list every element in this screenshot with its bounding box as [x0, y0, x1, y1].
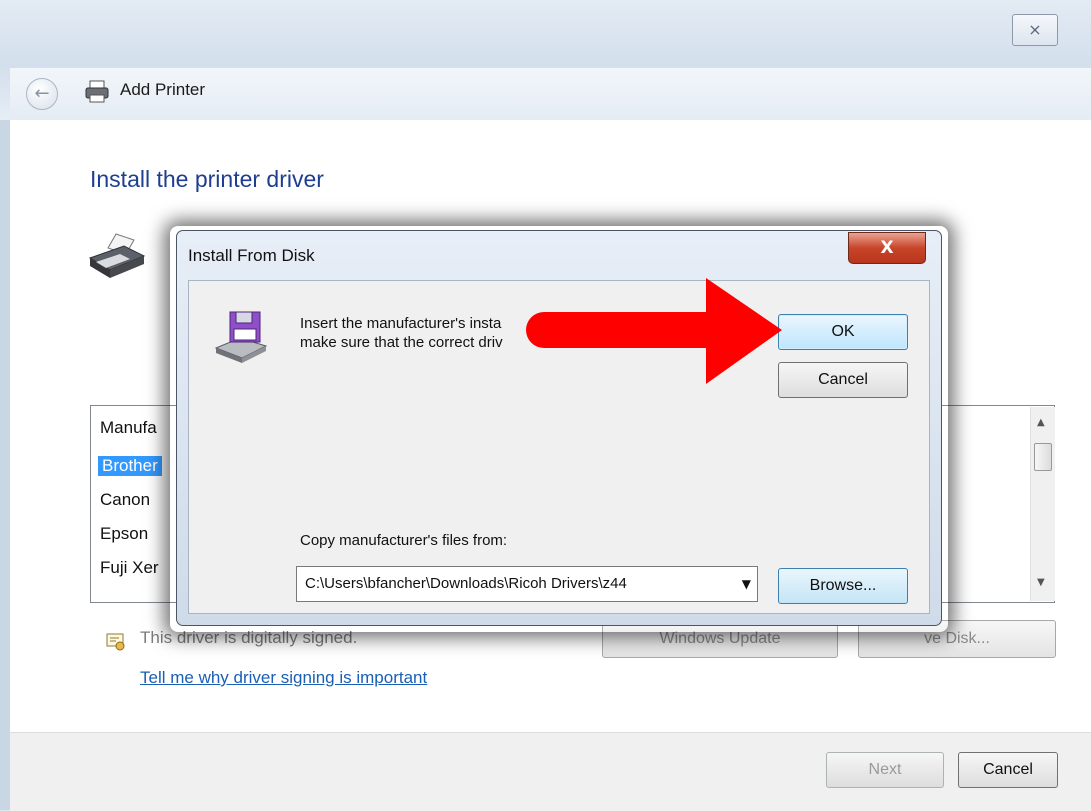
list-item[interactable]: Canon	[100, 490, 150, 510]
source-path-combobox[interactable]: C:\Users\bfancher\Downloads\Ricoh Driver…	[296, 566, 758, 602]
dialog-close-button[interactable]: X	[848, 232, 926, 264]
disk-drive-icon	[214, 311, 268, 363]
list-item[interactable]: Fuji Xer	[100, 558, 159, 578]
printer-large-icon	[88, 233, 146, 278]
close-icon: X	[880, 238, 894, 258]
page-heading: Install the printer driver	[90, 166, 324, 192]
driver-signing-link[interactable]: Tell me why driver signing is important	[140, 668, 427, 688]
scroll-down-icon[interactable]: ▼	[1037, 577, 1045, 588]
copy-files-label: Copy manufacturer's files from:	[300, 532, 508, 549]
scroll-thumb[interactable]	[1034, 443, 1052, 471]
dialog-title: Install From Disk	[188, 246, 315, 265]
back-arrow-icon: ←	[34, 83, 50, 104]
source-path-value[interactable]: C:\Users\bfancher\Downloads\Ricoh Driver…	[305, 575, 725, 592]
ok-button[interactable]: OK	[778, 314, 908, 350]
window-close-button[interactable]: ⨯	[1012, 14, 1058, 46]
dialog-cancel-button[interactable]: Cancel	[778, 362, 908, 398]
wizard-cancel-button[interactable]: Cancel	[958, 752, 1058, 788]
red-arrow-annotation	[526, 278, 782, 384]
dialog-message: Insert the manufacturer's insta make sur…	[300, 315, 503, 351]
window-title: Add Printer	[120, 80, 206, 99]
list-item[interactable]: Epson	[100, 524, 148, 544]
list-scrollbar[interactable]: ▲ ▼	[1030, 407, 1055, 601]
back-button[interactable]: ←	[26, 78, 58, 110]
next-button[interactable]: Next	[826, 752, 944, 788]
scroll-up-icon[interactable]: ▲	[1037, 417, 1045, 428]
printer-icon	[85, 80, 109, 103]
dropdown-arrow-icon[interactable]: ▼	[742, 577, 751, 591]
manufacturer-column-header[interactable]: Manufa	[100, 418, 157, 438]
browse-button[interactable]: Browse...	[778, 568, 908, 604]
list-item[interactable]: Brother	[98, 456, 162, 476]
certificate-icon	[106, 633, 125, 651]
